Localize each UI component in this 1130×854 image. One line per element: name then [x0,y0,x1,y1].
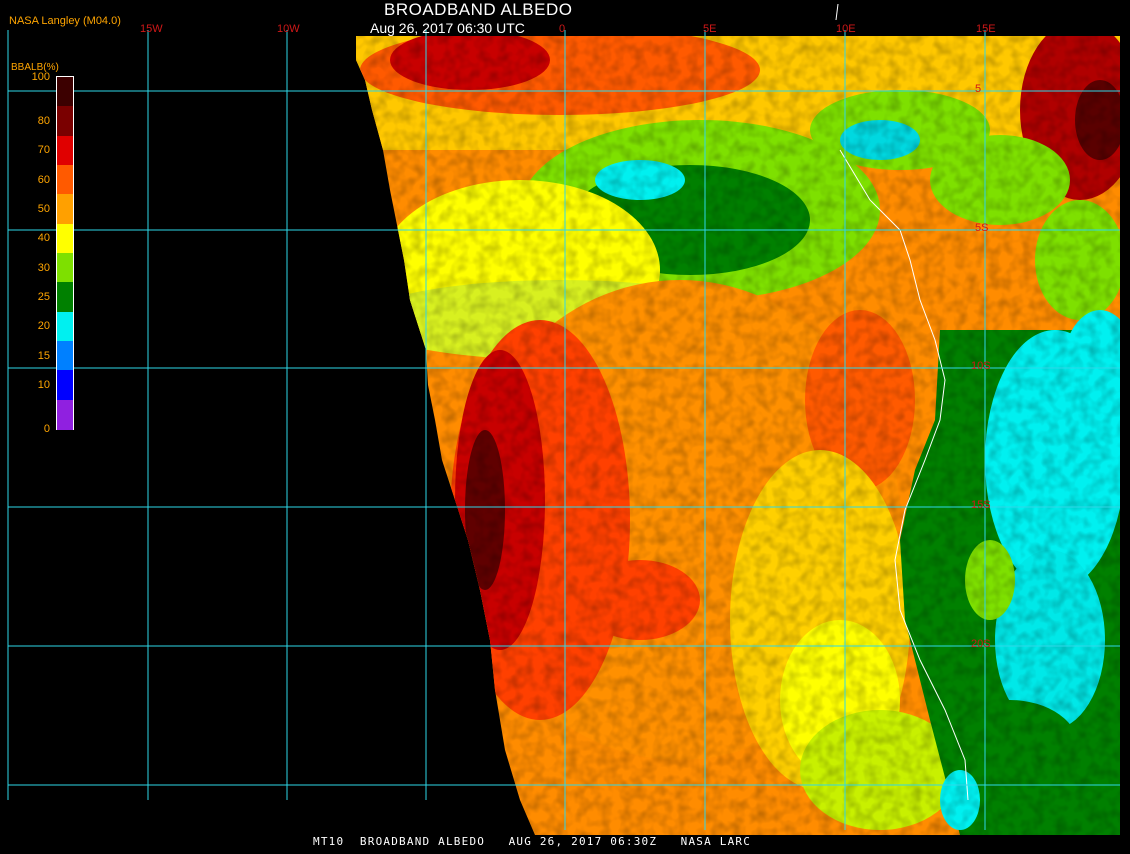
legend-swatch [57,223,73,254]
lon-label-0: 0 [559,23,566,35]
legend-swatch [57,165,73,195]
legend-tick-label: 10 [37,379,50,391]
legend-swatch [57,311,73,342]
footer-caption: MT10 BROADBAND ALBEDO AUG 26, 2017 06:30… [313,835,752,848]
legend-swatch [57,106,73,137]
legend-swatch [57,194,73,225]
legend-tick-label: 50 [37,203,50,215]
lat-label-20s: 20S [971,638,991,650]
lon-label-10e: 10E [836,23,856,35]
legend-swatch [57,135,73,166]
legend-swatch [57,341,73,371]
lon-label-15e: 15E [976,23,996,35]
legend-swatch [57,77,73,107]
color-legend [56,76,74,430]
legend-tick-label: 15 [37,349,50,362]
legend-swatch [57,399,73,430]
albedo-field [356,36,1120,835]
albedo-map-image [7,3,1120,835]
lat-label-5s: 5S [975,222,989,234]
legend-tick-label: 80 [37,115,50,127]
legend-swatch [57,282,73,313]
legend-swatch [57,253,73,283]
lat-label-5: 5 [975,83,982,95]
map-timestamp: Aug 26, 2017 06:30 UTC [370,20,525,36]
albedo-map [0,0,1130,850]
lon-label-5e: 5E [703,23,717,35]
lat-label-15s: 15S [971,499,991,511]
lat-label-10s: 10S [971,360,991,372]
legend-tick-label: 60 [37,173,50,186]
lon-label-10w: 10W [277,23,300,35]
legend-tick-label: 100 [31,71,50,83]
legend-tick-label: 70 [37,144,50,157]
legend-tick-label: 40 [37,232,50,245]
legend-tick-label: 20 [37,320,50,333]
legend-swatch [57,370,73,401]
legend-tick-label: 0 [43,423,50,435]
map-title: BROADBAND ALBEDO [384,0,573,19]
legend-tick-label: 25 [37,291,50,303]
legend-tick-label: 30 [37,261,50,274]
lon-label-15w: 15W [140,23,163,35]
organization-label: NASA Langley (M04.0) [9,15,121,27]
